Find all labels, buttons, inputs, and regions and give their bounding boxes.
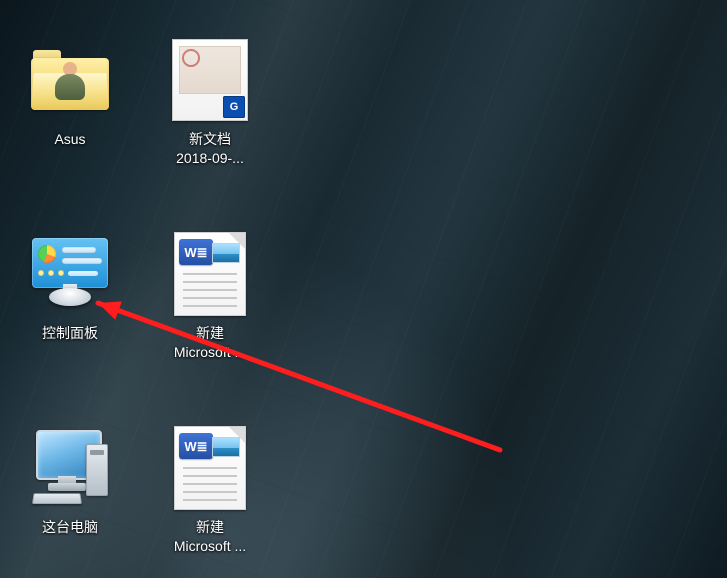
desktop-item-label: 控制面板 [42, 324, 98, 343]
desktop-item-label: 这台电脑 [42, 518, 98, 537]
desktop-item-label: 新建 Microsoft ... [174, 518, 246, 556]
desktop-item-control-panel[interactable]: 控制面板 [10, 230, 130, 410]
desktop-item-word-doc-1[interactable]: W≣ 新建 Microsoft ... [150, 230, 270, 410]
desktop-item-word-doc-2[interactable]: W≣ 新建 Microsoft ... [150, 424, 270, 578]
word-badge-icon: W≣ [179, 239, 213, 265]
desktop-area[interactable]: Asus G 新文档 2018-09-... [0, 0, 727, 578]
desktop-item-label: 新文档 2018-09-... [176, 130, 244, 168]
document-thumbnail-icon: G [166, 36, 254, 124]
app-badge-icon: G [223, 96, 245, 118]
desktop-item-label: 新建 Microsoft ... [174, 324, 246, 362]
desktop-item-new-document[interactable]: G 新文档 2018-09-... [150, 36, 270, 216]
desktop-item-asus-folder[interactable]: Asus [10, 36, 130, 216]
word-badge-icon: W≣ [179, 433, 213, 459]
word-document-icon: W≣ [166, 424, 254, 512]
word-document-icon: W≣ [166, 230, 254, 318]
folder-user-icon [26, 36, 114, 124]
this-pc-icon [26, 424, 114, 512]
desktop-item-this-pc[interactable]: 这台电脑 [10, 424, 130, 578]
desktop-item-label: Asus [54, 130, 85, 149]
desktop-icon-grid: Asus G 新文档 2018-09-... [10, 36, 270, 578]
control-panel-icon [26, 230, 114, 318]
